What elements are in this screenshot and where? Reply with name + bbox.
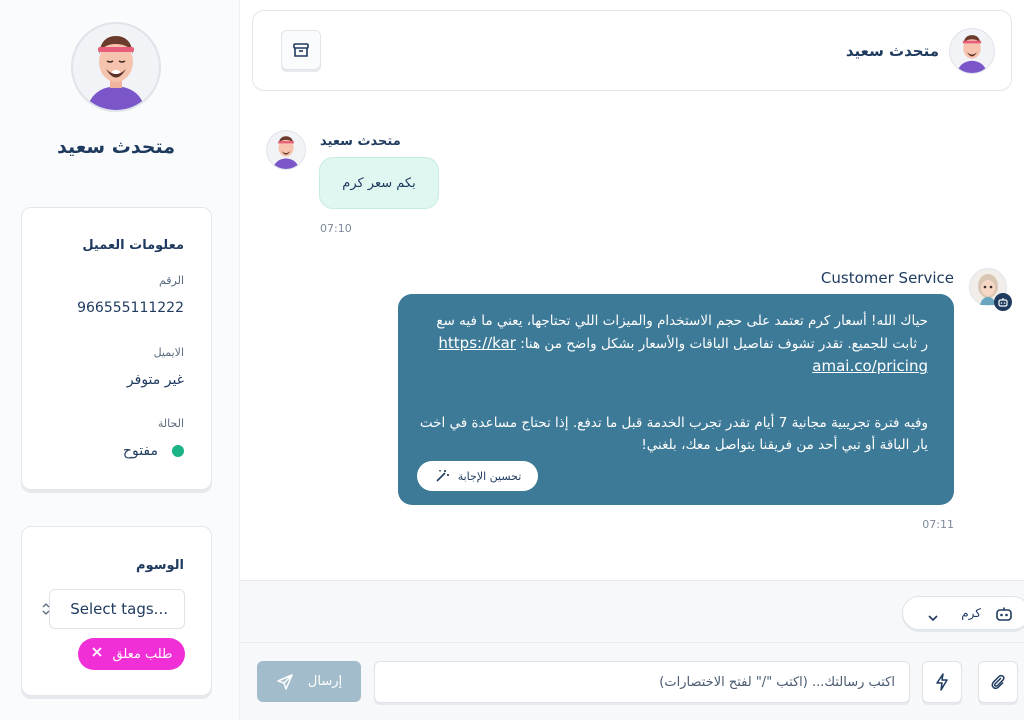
status-value: مفتوح (122, 443, 158, 459)
improve-answer-label: تحسين الإجابة (457, 469, 522, 483)
outgoing-line-2-text: ر ثابت للجميع. تقدر تشوف تفاصيل الباقات … (520, 336, 928, 352)
incoming-message-text: بكم سعر كرم (342, 175, 416, 191)
header-avatar (949, 28, 995, 74)
email-label: الايميل (153, 346, 184, 359)
bot-badge-icon (994, 293, 1012, 311)
improve-answer-button[interactable]: تحسين الإجابة (417, 461, 538, 491)
agent-selector[interactable]: كرم (902, 596, 1024, 630)
incoming-message-bubble: بكم سعر كرم (319, 157, 439, 209)
outgoing-sender: Customer Service (820, 269, 954, 287)
outgoing-line-2: ر ثابت للجميع. تقدر تشوف تفاصيل الباقات … (418, 332, 928, 355)
contact-avatar (71, 22, 161, 112)
header-name: متحدث سعيد (845, 42, 939, 60)
outgoing-line-3: وفيه فترة تجريبية مجانية 7 أيام تقدر تجر… (419, 415, 928, 431)
archive-button[interactable] (281, 30, 321, 70)
lightning-icon (936, 673, 948, 691)
tags-card: الوسوم Select tags... طلب معلق (21, 526, 212, 696)
contact-sidebar: متحدث سعيد معلومات العميل الرقم 96655511… (0, 0, 240, 720)
pricing-link-part1[interactable]: https://kar (438, 334, 516, 352)
status-dot (172, 445, 184, 457)
outgoing-message-bubble: حياك الله! أسعار كرم تعتمد على حجم الاست… (398, 294, 954, 505)
incoming-time: 07:10 (320, 222, 352, 235)
send-icon (277, 673, 293, 690)
tag-chip-label: طلب معلق (112, 646, 173, 662)
paperclip-icon (991, 674, 1005, 690)
app: متحدث سعيد معلومات العميل الرقم 96655511… (0, 0, 1024, 720)
status-row: مفتوح (123, 443, 184, 459)
remove-tag-icon[interactable] (91, 646, 103, 662)
send-label: إرسال (307, 674, 343, 689)
outgoing-line-link: amai.co/pricing (418, 355, 928, 378)
email-value: غير متوفر (126, 372, 184, 388)
pricing-link-part2[interactable]: amai.co/pricing (812, 357, 928, 375)
message-input[interactable] (374, 661, 910, 703)
attach-button[interactable] (978, 661, 1018, 703)
number-value: 966555111222 (77, 300, 184, 316)
archive-icon (293, 43, 309, 57)
select-updown-icon (40, 599, 54, 621)
contact-name: متحدث سعيد (56, 136, 176, 158)
incoming-avatar (266, 130, 306, 170)
send-button[interactable]: إرسال (257, 661, 361, 702)
outgoing-line-4: يار الباقة أو تبي أحد من فريقنا يتواصل م… (641, 437, 928, 453)
magic-wand-icon (436, 470, 449, 482)
agent-strip: كرم (240, 580, 1024, 643)
outgoing-line-1: حياك الله! أسعار كرم تعتمد على حجم الاست… (436, 313, 928, 329)
chat-panel: متحدث سعيد متحدث سعيد بكم سعر كرم 07:10 … (240, 0, 1024, 720)
number-label: الرقم (158, 274, 184, 287)
bot-icon (995, 606, 1013, 626)
status-label: الحالة (157, 417, 184, 430)
chat-header: متحدث سعيد (252, 10, 1012, 91)
outgoing-message-text: حياك الله! أسعار كرم تعتمد على حجم الاست… (418, 310, 928, 456)
outgoing-time: 07:11 (922, 518, 954, 531)
customer-info-card: معلومات العميل الرقم 966555111222 الايمي… (21, 207, 212, 490)
agent-label: كرم (961, 606, 981, 620)
incoming-sender: متحدث سعيد (320, 134, 401, 149)
shortcuts-button[interactable] (922, 661, 962, 703)
tags-select[interactable]: Select tags... (49, 589, 185, 629)
tag-chip[interactable]: طلب معلق (78, 638, 185, 670)
chevron-down-icon (927, 608, 939, 627)
tags-title: الوسوم (136, 558, 184, 573)
customer-info-title: معلومات العميل (82, 238, 184, 253)
composer: إرسال (240, 643, 1024, 720)
